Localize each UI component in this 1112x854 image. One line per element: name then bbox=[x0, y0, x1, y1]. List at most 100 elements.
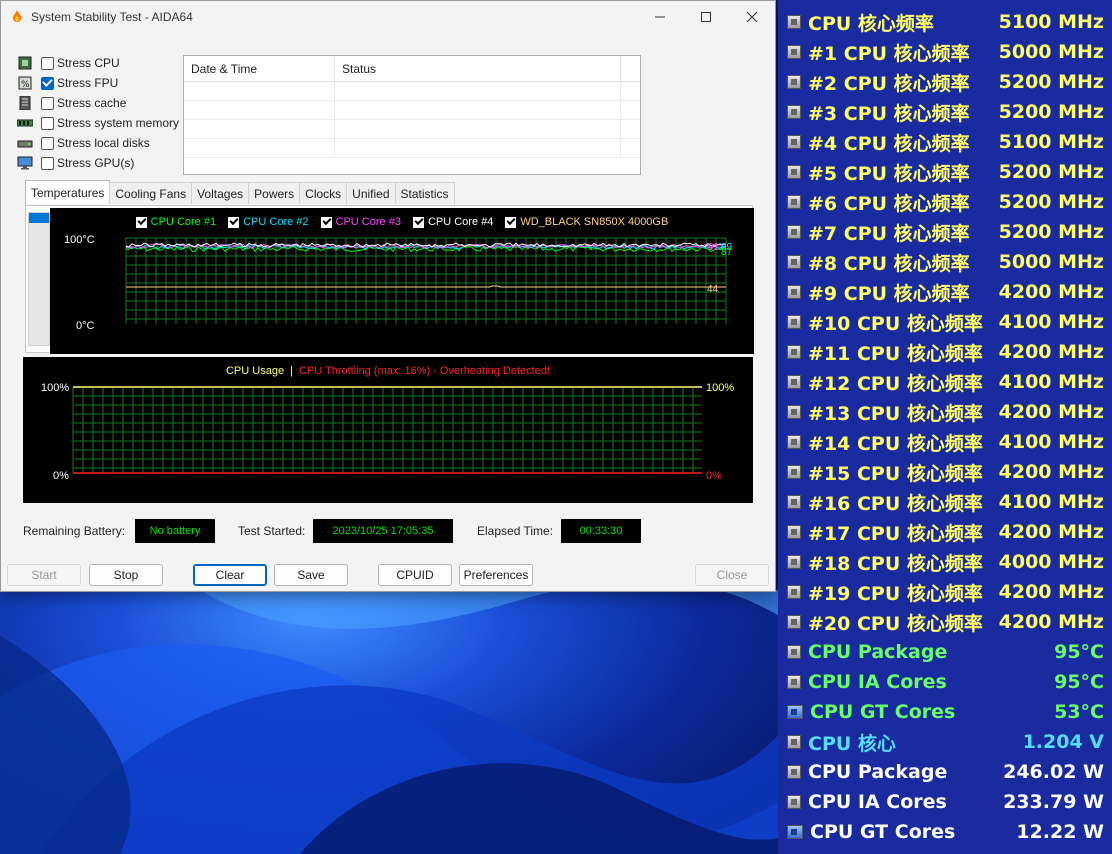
cpuid-button[interactable]: CPUID bbox=[378, 564, 452, 586]
table-header: Date & Time Status bbox=[184, 56, 640, 82]
stress-gpu-label: Stress GPU(s) bbox=[57, 156, 135, 170]
monitor-icon bbox=[17, 156, 33, 170]
close-button[interactable]: Close bbox=[695, 564, 769, 586]
sensor-list-scrollbar[interactable] bbox=[28, 212, 50, 346]
button-row: Start Stop Clear Save CPUID Preferences … bbox=[7, 564, 771, 588]
memory-icon bbox=[17, 119, 33, 127]
osd-value: 4200 MHz bbox=[998, 341, 1104, 363]
table-row bbox=[184, 139, 640, 158]
stress-gpu-option[interactable]: Stress GPU(s) bbox=[17, 153, 187, 173]
battery-label: Remaining Battery: bbox=[23, 524, 126, 538]
chip-icon bbox=[787, 315, 801, 329]
maximize-button[interactable] bbox=[683, 1, 729, 33]
osd-row: #13 CPU 核心频率 4200 MHz bbox=[778, 397, 1112, 427]
elapsed-time-label: Elapsed Time: bbox=[477, 524, 554, 538]
stress-cache-checkbox[interactable] bbox=[41, 96, 54, 110]
stress-memory-option[interactable]: Stress system memory bbox=[17, 113, 187, 133]
osd-label: CPU GT Cores bbox=[810, 821, 956, 843]
chip-icon bbox=[787, 75, 801, 89]
event-log-table[interactable]: Date & Time Status bbox=[183, 55, 641, 175]
osd-value: 95°C bbox=[1054, 641, 1104, 663]
tab-clocks[interactable]: Clocks bbox=[299, 182, 348, 204]
cpu-icon bbox=[18, 56, 32, 70]
osd-value: 53°C bbox=[1054, 701, 1104, 723]
chip-icon bbox=[787, 45, 801, 59]
sensor-osd-panel: CPU 核心频率 5100 MHz #1 CPU 核心频率 5000 MHz #2 CP… bbox=[778, 0, 1112, 854]
test-started-label: Test Started: bbox=[238, 524, 306, 538]
chip-icon bbox=[787, 555, 801, 569]
osd-value: 5200 MHz bbox=[998, 221, 1104, 243]
osd-value: 1.204 V bbox=[1022, 731, 1104, 753]
temperature-graph: CPU Core #1 CPU Core #2 CPU Core #3 CPU … bbox=[50, 208, 754, 354]
minimize-button[interactable] bbox=[637, 1, 683, 33]
clear-button[interactable]: Clear bbox=[193, 564, 267, 586]
osd-row: #10 CPU 核心频率 4100 MHz bbox=[778, 307, 1112, 337]
osd-row: CPU IA Cores 95°C bbox=[778, 667, 1112, 697]
chip-icon bbox=[787, 165, 801, 179]
chip-icon bbox=[787, 765, 801, 779]
osd-value: 95°C bbox=[1054, 671, 1104, 693]
osd-row: CPU 核心 1.204 V bbox=[778, 727, 1112, 757]
osd-value: 5200 MHz bbox=[998, 161, 1104, 183]
stress-cpu-option[interactable]: Stress CPU bbox=[17, 53, 187, 73]
tab-temperatures[interactable]: Temperatures bbox=[25, 180, 111, 204]
stress-fpu-label: Stress FPU bbox=[57, 76, 119, 90]
stress-disks-option[interactable]: Stress local disks bbox=[17, 133, 187, 153]
flame-icon bbox=[12, 10, 22, 22]
stop-button[interactable]: Stop bbox=[89, 564, 163, 586]
osd-label: #12 CPU 核心频率 bbox=[808, 372, 983, 395]
osd-label: #6 CPU 核心频率 bbox=[808, 192, 970, 215]
usage-grid bbox=[72, 386, 702, 473]
temp-readout-high-3: 87 bbox=[721, 247, 733, 258]
stress-fpu-checkbox[interactable] bbox=[41, 76, 54, 90]
stress-memory-checkbox[interactable] bbox=[41, 116, 54, 130]
chip-icon bbox=[787, 195, 801, 209]
osd-label: #3 CPU 核心频率 bbox=[808, 102, 970, 125]
scrollbar-thumb[interactable] bbox=[29, 213, 49, 223]
chip-icon bbox=[787, 615, 801, 629]
maximize-icon bbox=[701, 12, 711, 22]
stress-fpu-option[interactable]: % Stress FPU bbox=[17, 73, 187, 93]
osd-label: CPU IA Cores bbox=[808, 791, 947, 813]
save-button[interactable]: Save bbox=[274, 564, 348, 586]
temperature-plot: 100°C 0°C 91 89 87 44 bbox=[64, 234, 733, 332]
table-row bbox=[184, 82, 640, 101]
osd-row: #18 CPU 核心频率 4000 MHz bbox=[778, 547, 1112, 577]
stress-options: Stress CPU % Stress FPU Stress cache Str… bbox=[17, 53, 187, 173]
close-window-button[interactable] bbox=[729, 1, 775, 33]
chip-icon bbox=[787, 285, 801, 299]
table-row bbox=[184, 120, 640, 139]
osd-value: 4200 MHz bbox=[998, 461, 1104, 483]
preferences-button[interactable]: Preferences bbox=[459, 564, 533, 586]
stress-cache-option[interactable]: Stress cache bbox=[17, 93, 187, 113]
osd-row: #2 CPU 核心频率 5200 MHz bbox=[778, 67, 1112, 97]
column-header-datetime[interactable]: Date & Time bbox=[184, 56, 335, 81]
osd-row: #16 CPU 核心频率 4100 MHz bbox=[778, 487, 1112, 517]
usage-plot: 100% 0% 100% 0% bbox=[41, 382, 734, 482]
gpu-icon bbox=[787, 825, 803, 839]
tab-powers[interactable]: Powers bbox=[248, 182, 301, 204]
tab-unified[interactable]: Unified bbox=[346, 182, 396, 204]
temp-axis-bottom-label: 0°C bbox=[76, 320, 95, 332]
stress-gpu-checkbox[interactable] bbox=[41, 156, 54, 170]
osd-value: 5100 MHz bbox=[998, 11, 1104, 33]
tab-voltages[interactable]: Voltages bbox=[191, 182, 250, 204]
osd-value: 4200 MHz bbox=[998, 581, 1104, 603]
osd-value: 4200 MHz bbox=[998, 611, 1104, 633]
stability-test-window: System Stability Test - AIDA64 Stress CP… bbox=[0, 0, 776, 592]
osd-label: CPU Package bbox=[808, 761, 948, 783]
stress-disks-checkbox[interactable] bbox=[41, 136, 54, 150]
chip-icon bbox=[787, 225, 801, 239]
osd-row: CPU GT Cores 53°C bbox=[778, 697, 1112, 727]
table-row bbox=[184, 101, 640, 120]
osd-value: 5200 MHz bbox=[998, 101, 1104, 123]
tab-statistics[interactable]: Statistics bbox=[394, 182, 455, 204]
osd-value: 5000 MHz bbox=[998, 41, 1104, 63]
stress-disks-label: Stress local disks bbox=[57, 136, 150, 150]
stress-cpu-checkbox[interactable] bbox=[41, 56, 54, 70]
tab-cooling-fans[interactable]: Cooling Fans bbox=[109, 182, 193, 204]
osd-row: #7 CPU 核心频率 5200 MHz bbox=[778, 217, 1112, 247]
start-button[interactable]: Start bbox=[7, 564, 81, 586]
column-header-status[interactable]: Status bbox=[335, 56, 621, 81]
osd-value: 246.02 W bbox=[1003, 761, 1104, 783]
